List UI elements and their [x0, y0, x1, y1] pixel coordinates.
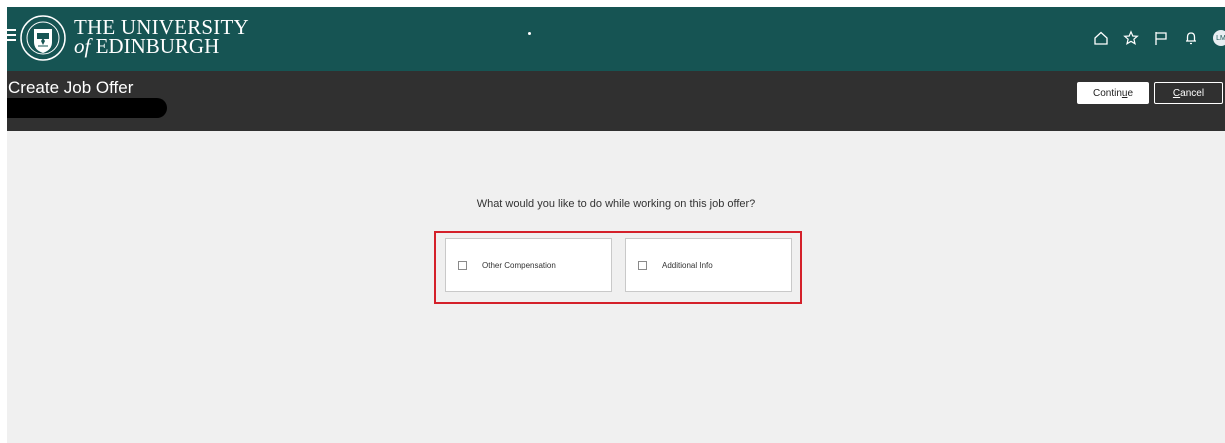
flag-icon[interactable] — [1153, 30, 1169, 46]
bell-icon[interactable] — [1183, 30, 1199, 46]
cancel-button[interactable]: Cancel — [1154, 82, 1223, 104]
star-icon[interactable] — [1123, 30, 1139, 46]
header-icons: LM — [1093, 28, 1225, 48]
redacted-subtitle — [7, 98, 167, 118]
menu-icon[interactable] — [7, 29, 17, 41]
header-dot — [528, 32, 531, 35]
option-other-compensation[interactable]: Other Compensation — [445, 238, 612, 292]
global-header: THE UNIVERSITY of EDINBURGH LM — [7, 7, 1225, 71]
page-title-bar: Create Job Offer Contin u e Cancel — [7, 71, 1225, 131]
option-additional-info[interactable]: Additional Info — [625, 238, 792, 292]
university-name: THE UNIVERSITY of EDINBURGH — [74, 17, 249, 58]
page-title: Create Job Offer — [8, 78, 134, 97]
university-crest-logo[interactable] — [19, 11, 67, 65]
option-label: Additional Info — [662, 260, 713, 270]
user-avatar[interactable]: LM — [1213, 30, 1225, 46]
other-compensation-checkbox[interactable] — [458, 260, 467, 270]
home-icon[interactable] — [1093, 30, 1109, 46]
university-name-line2: of EDINBURGH — [74, 34, 220, 58]
main-content: What would you like to do while working … — [7, 131, 1225, 443]
question-text: What would you like to do while working … — [476, 198, 756, 210]
page: THE UNIVERSITY of EDINBURGH LM Create Jo… — [0, 0, 1225, 443]
continue-button[interactable]: Contin u e — [1077, 82, 1149, 104]
additional-info-checkbox[interactable] — [638, 260, 647, 270]
option-label: Other Compensation — [482, 260, 556, 270]
